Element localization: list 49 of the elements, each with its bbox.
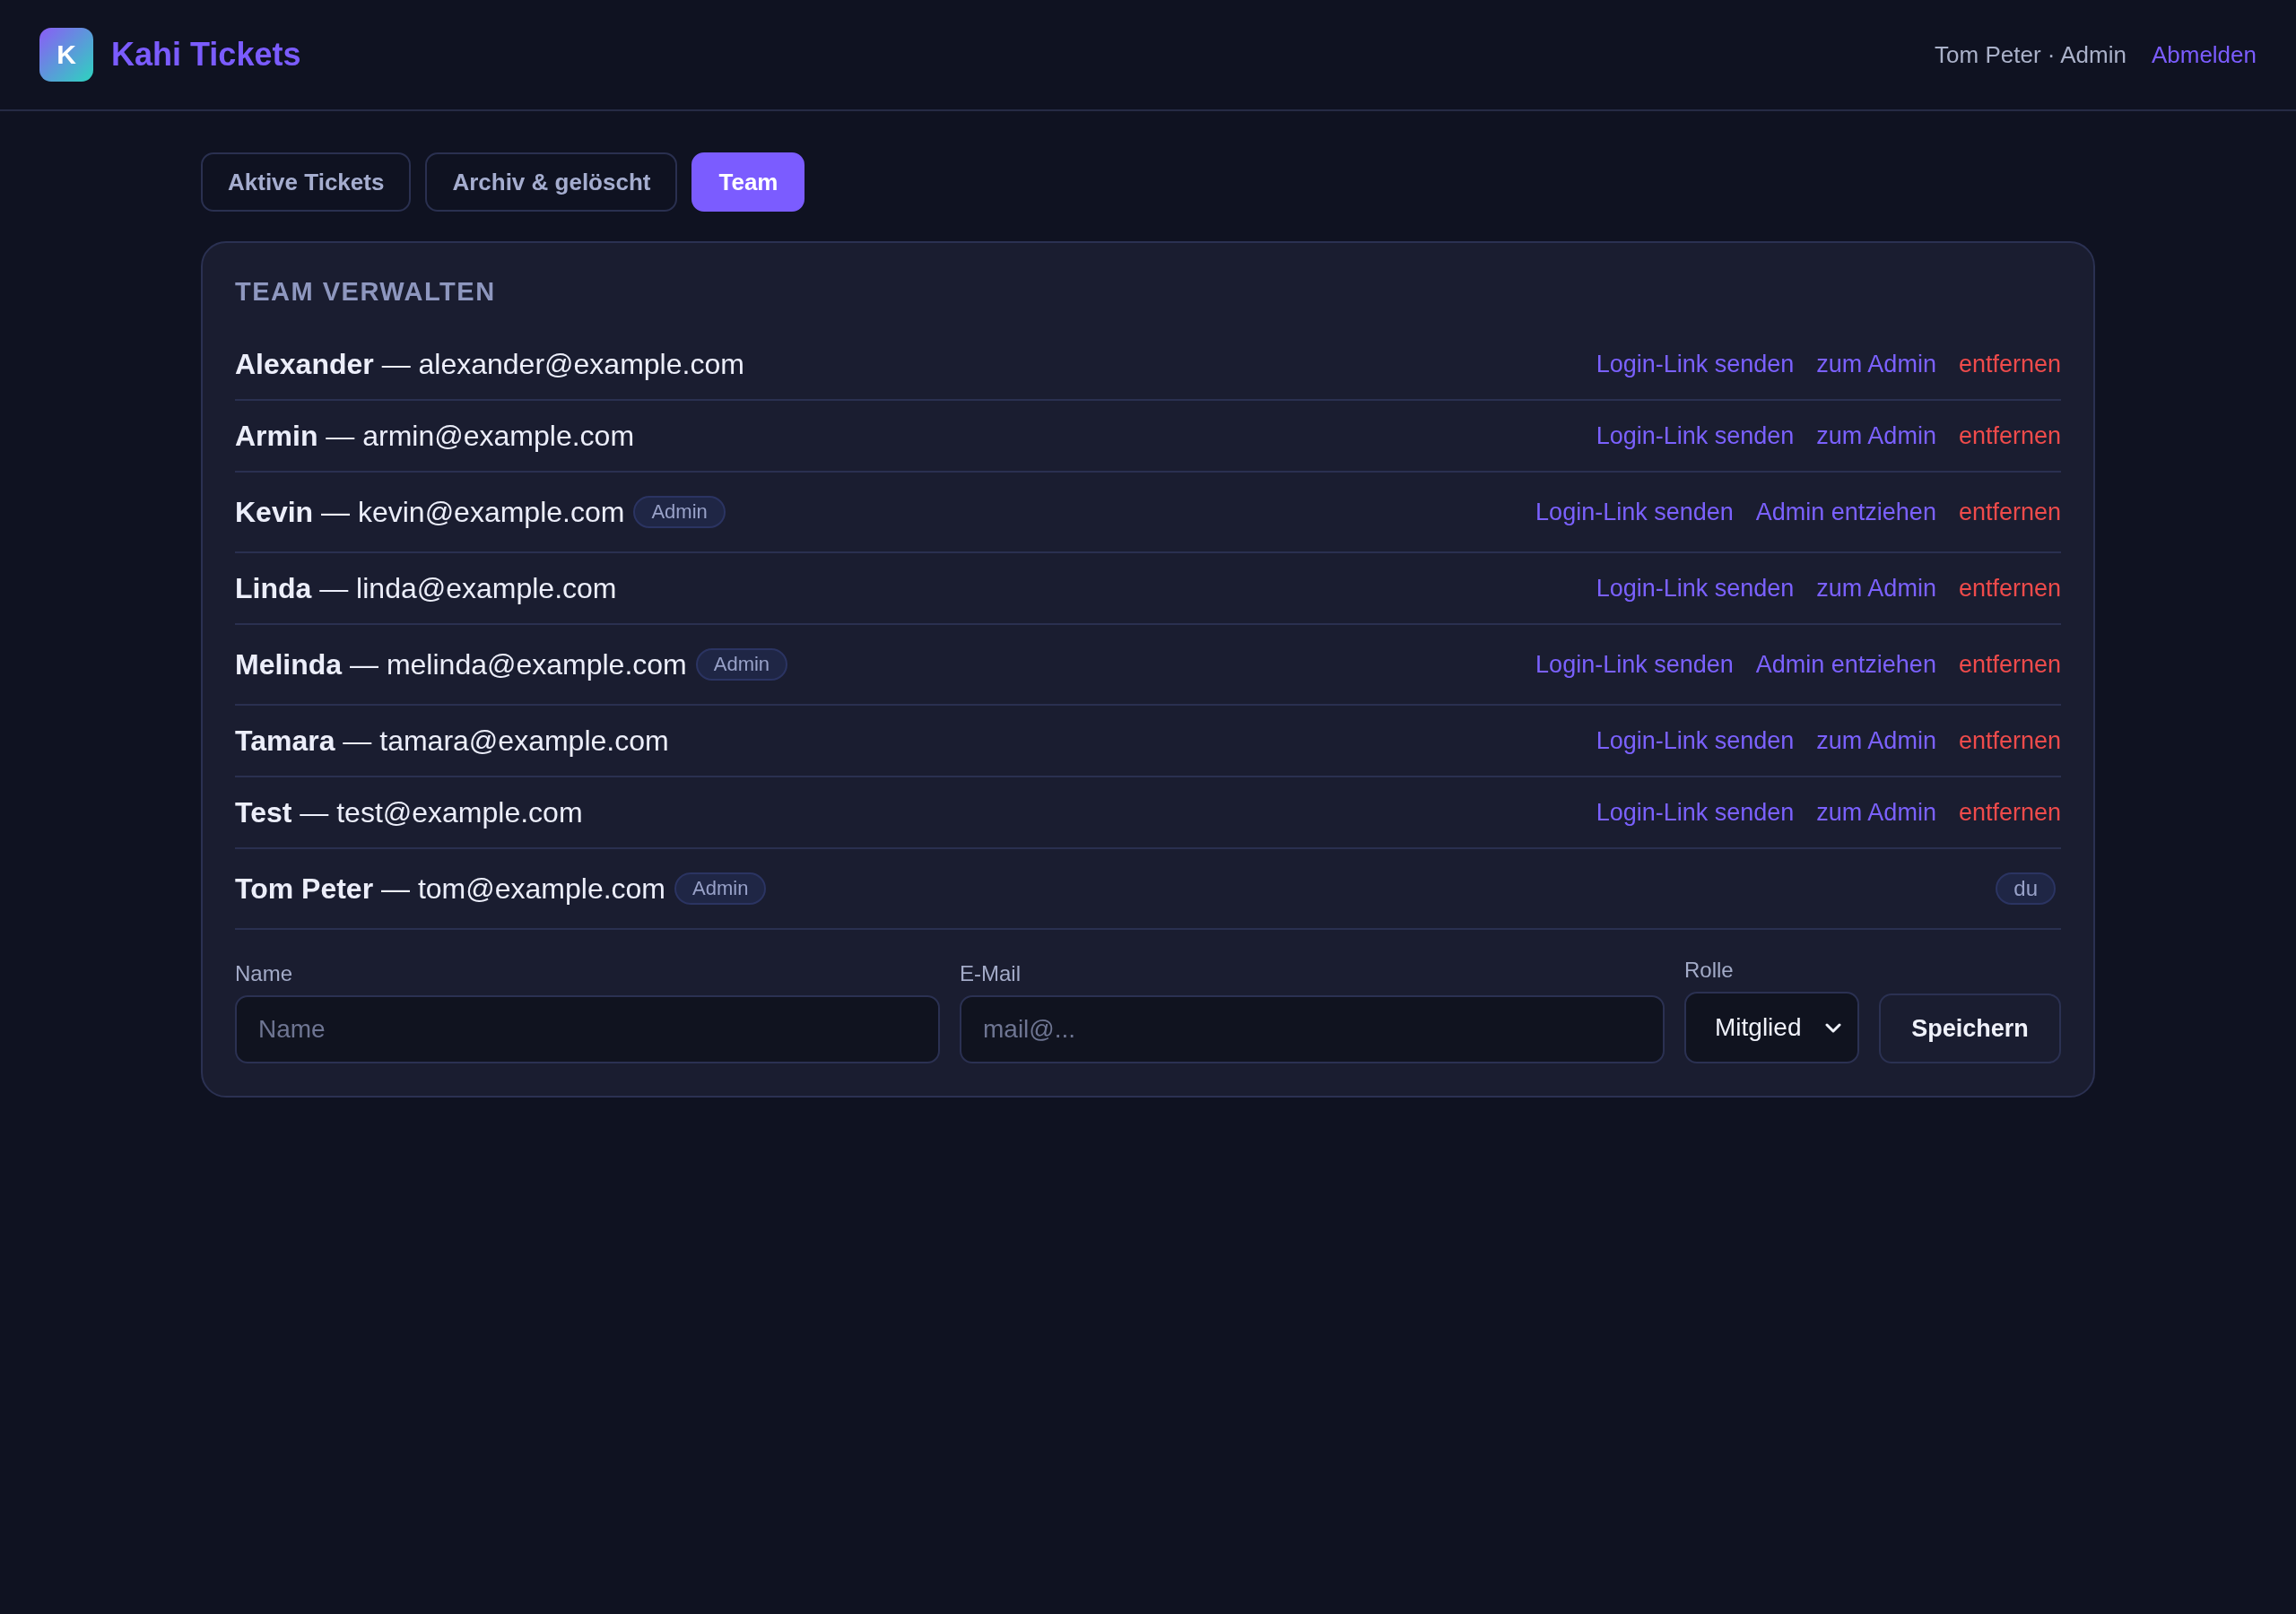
role-badge: Admin: [674, 872, 767, 905]
text-input[interactable]: Name: [235, 995, 940, 1063]
remove-link[interactable]: entfernen: [1958, 798, 2061, 827]
action-link[interactable]: Login-Link senden: [1596, 726, 1795, 755]
self-badge: du: [1996, 872, 2056, 905]
action-link[interactable]: zum Admin: [1816, 798, 1936, 827]
member-entry: Alexander — alexander@example.com: [235, 347, 744, 382]
save-button[interactable]: Speichern: [1879, 994, 2061, 1063]
action-link[interactable]: zum Admin: [1816, 350, 1936, 378]
action-link[interactable]: Login-Link senden: [1596, 574, 1795, 603]
tab[interactable]: Aktive Tickets: [201, 152, 412, 212]
member-entry: Tamara — tamara@example.com: [235, 724, 669, 759]
user-info: Tom Peter · Admin: [1935, 40, 2126, 69]
action-link[interactable]: Login-Link senden: [1535, 498, 1734, 526]
remove-link[interactable]: entfernen: [1958, 650, 2061, 679]
remove-link[interactable]: entfernen: [1958, 498, 2061, 526]
app-logo: K: [39, 28, 93, 82]
remove-link[interactable]: entfernen: [1958, 726, 2061, 755]
remove-link[interactable]: entfernen: [1958, 421, 2061, 450]
action-link[interactable]: Login-Link senden: [1596, 798, 1795, 827]
action-link[interactable]: Admin entziehen: [1755, 650, 1936, 679]
logout-link[interactable]: Abmelden: [2151, 40, 2257, 69]
remove-link[interactable]: entfernen: [1958, 574, 2061, 603]
tab[interactable]: Team: [691, 152, 805, 212]
role-badge: Admin: [695, 648, 788, 681]
member-entry: Linda — linda@example.com: [235, 571, 617, 606]
action-link[interactable]: Admin entziehen: [1755, 498, 1936, 526]
role-select[interactable]: Mitglied: [1684, 992, 1859, 1063]
panel-title: TEAM VERWALTEN: [235, 276, 497, 308]
field-label: Name: [235, 961, 294, 986]
role-badge: Admin: [633, 496, 726, 528]
action-link[interactable]: Login-Link senden: [1596, 350, 1795, 378]
member-entry: Melinda — melinda@example.com: [235, 647, 687, 682]
app-title: Kahi Tickets: [111, 36, 301, 74]
member-entry: Tom Peter — tom@example.com: [235, 872, 665, 907]
action-link[interactable]: zum Admin: [1816, 726, 1936, 755]
text-input[interactable]: mail@...: [960, 995, 1665, 1063]
field-label: Rolle: [1684, 958, 1735, 983]
action-link[interactable]: zum Admin: [1816, 574, 1936, 603]
action-link[interactable]: zum Admin: [1816, 421, 1936, 450]
tab[interactable]: Archiv & gelöscht: [425, 152, 678, 212]
field-label: E-Mail: [960, 961, 1022, 986]
member-entry: Test — test@example.com: [235, 795, 583, 830]
chevron-down-icon: [1825, 1022, 1841, 1033]
member-entry: Kevin — kevin@example.com: [235, 495, 625, 530]
remove-link[interactable]: entfernen: [1958, 350, 2061, 378]
action-link[interactable]: Login-Link senden: [1596, 421, 1795, 450]
member-entry: Armin — armin@example.com: [235, 419, 635, 454]
action-link[interactable]: Login-Link senden: [1535, 650, 1734, 679]
